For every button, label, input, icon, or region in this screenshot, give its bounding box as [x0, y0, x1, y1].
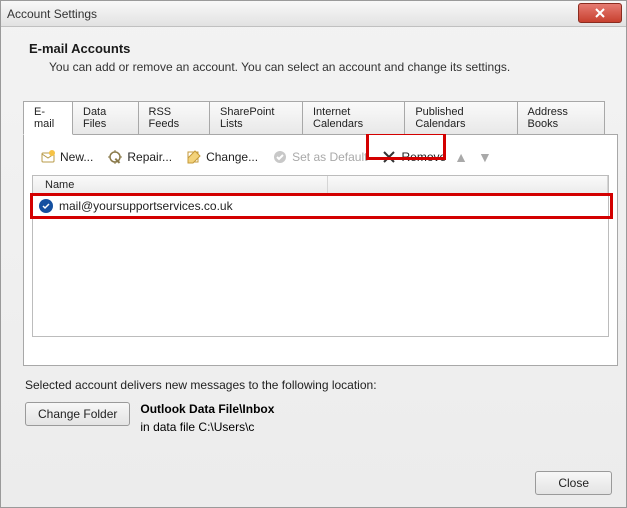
check-circle-icon — [272, 149, 288, 165]
new-icon — [40, 149, 56, 165]
tab-email[interactable]: E-mail — [23, 101, 73, 135]
repair-icon — [107, 149, 123, 165]
toolbar: New... Repair... Change... — [32, 145, 609, 175]
move-down-icon: ▼ — [478, 149, 492, 165]
tab-published-calendars[interactable]: Published Calendars — [404, 101, 517, 134]
delivery-label: Selected account delivers new messages t… — [25, 378, 608, 392]
toolbar-new-button[interactable]: New... — [34, 147, 99, 167]
highlight-remove — [366, 132, 446, 160]
window-close-button[interactable] — [578, 3, 622, 23]
change-icon — [186, 149, 202, 165]
tab-panel-email: New... Repair... Change... — [23, 134, 618, 366]
dialog-buttons: Close — [535, 471, 612, 495]
titlebar: Account Settings — [1, 1, 626, 27]
close-icon — [594, 8, 606, 18]
move-up-icon: ▲ — [454, 149, 468, 165]
toolbar-set-default-button: Set as Default — [266, 147, 373, 167]
tab-sharepoint-lists[interactable]: SharePoint Lists — [209, 101, 303, 134]
delivery-location: Outlook Data File\Inbox in data file C:\… — [140, 402, 274, 434]
page-description: You can add or remove an account. You ca… — [49, 60, 608, 74]
tab-internet-calendars[interactable]: Internet Calendars — [302, 101, 405, 134]
highlight-account-row — [30, 193, 613, 219]
tab-strip: E-mail Data Files RSS Feeds SharePoint L… — [23, 100, 604, 134]
close-button[interactable]: Close — [535, 471, 612, 495]
window-title: Account Settings — [7, 7, 97, 21]
tab-data-files[interactable]: Data Files — [72, 101, 139, 134]
delivery-location-title: Outlook Data File\Inbox — [140, 402, 274, 416]
tab-rss-feeds[interactable]: RSS Feeds — [138, 101, 211, 134]
tab-address-books[interactable]: Address Books — [517, 101, 605, 134]
toolbar-change-button[interactable]: Change... — [180, 147, 264, 167]
change-folder-button[interactable]: Change Folder — [25, 402, 130, 426]
delivery-area: Selected account delivers new messages t… — [1, 366, 626, 434]
tabs-container: E-mail Data Files RSS Feeds SharePoint L… — [19, 100, 608, 366]
content-area: E-mail Accounts You can add or remove an… — [1, 27, 626, 366]
account-settings-window: Account Settings E-mail Accounts You can… — [0, 0, 627, 508]
page-title: E-mail Accounts — [29, 41, 608, 56]
toolbar-repair-button[interactable]: Repair... — [101, 147, 178, 167]
accounts-list: Name mail@yoursupportservices.co.uk — [32, 175, 609, 337]
delivery-location-path: in data file C:\Users\c — [140, 420, 274, 434]
